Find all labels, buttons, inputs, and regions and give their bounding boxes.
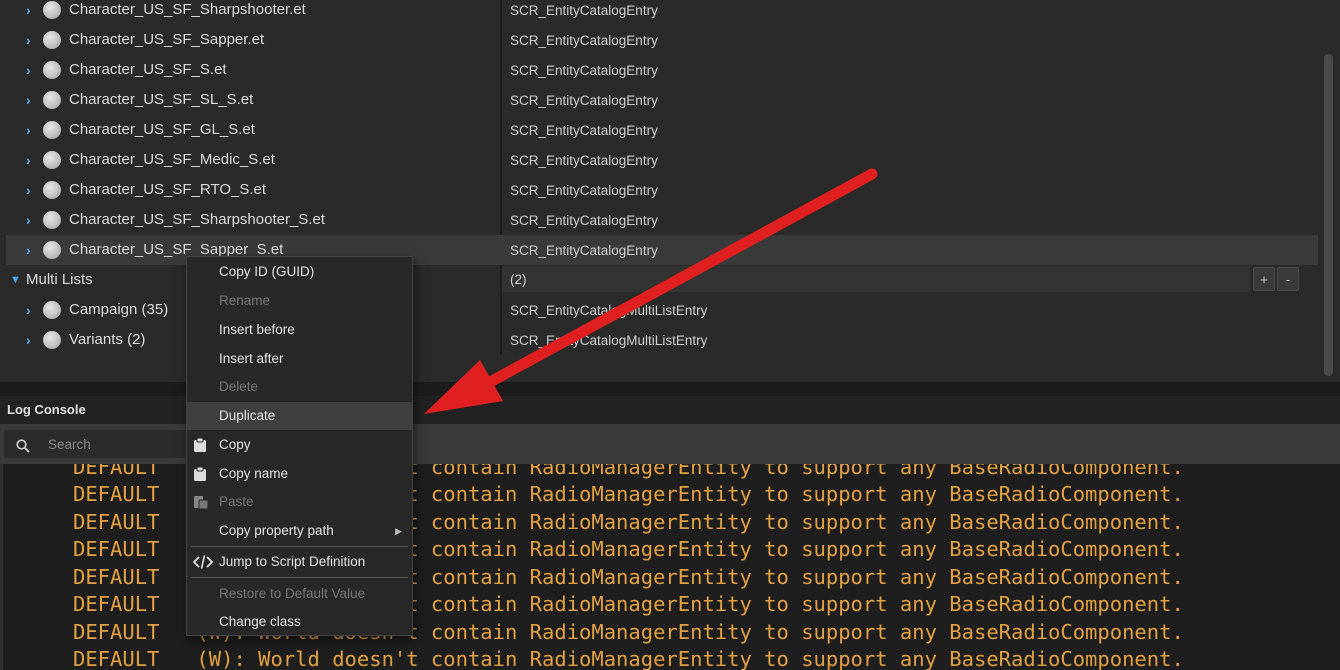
tree-row-type: SCR_EntityCatalogEntry <box>510 152 658 168</box>
entity-icon <box>43 121 61 139</box>
menu-item-paste[interactable]: Paste <box>187 488 412 516</box>
entity-icon <box>43 1 61 19</box>
tree-row[interactable]: › Character_US_SF_SL_S.et SCR_EntityCatal… <box>6 85 1318 115</box>
menu-item-jump-to-script[interactable]: Jump to Script Definition <box>187 548 412 576</box>
submenu-arrow-icon: ▶ <box>395 526 402 536</box>
remove-item-button[interactable]: - <box>1277 267 1299 291</box>
menu-item-insert-after[interactable]: Insert after <box>187 345 412 373</box>
chevron-right-icon[interactable]: › <box>26 325 31 355</box>
search-box[interactable] <box>4 430 190 458</box>
entity-icon <box>43 181 61 199</box>
tree-row[interactable]: › Character_US_SF_GL_S.et SCR_EntityCatal… <box>6 115 1318 145</box>
tree-row-label: Character_US_SF_Sapper.et <box>69 31 265 48</box>
tree-row-label: Character_US_SF_GL_S.et <box>69 121 255 138</box>
menu-item-copy-name[interactable]: Copy name <box>187 460 412 488</box>
menu-item-rename[interactable]: Rename <box>187 287 412 315</box>
chevron-right-icon[interactable]: › <box>26 25 31 55</box>
tree-row[interactable]: › Character_US_SF_RTO_S.et SCR_EntityCata… <box>6 175 1318 205</box>
chevron-right-icon[interactable]: › <box>26 295 31 325</box>
chevron-right-icon[interactable]: › <box>26 175 31 205</box>
tree-row-label: Character_US_SF_Sharpshooter.et <box>69 1 306 18</box>
tree-row-type: SCR_EntityCatalogMultiListEntry <box>510 302 708 318</box>
menu-item-delete[interactable]: Delete <box>187 373 412 401</box>
tree-row-label: Character_US_SF_Sharpshooter_S.et <box>69 211 325 228</box>
tree-row-type: SCR_EntityCatalogEntry <box>510 122 658 138</box>
context-menu: Copy ID (GUID) Rename Insert before Inse… <box>186 256 413 636</box>
tree-row[interactable]: › Character_US_SF_Sapper.et SCR_EntityCat… <box>6 25 1318 55</box>
entity-icon <box>43 91 61 109</box>
tree-row-type: SCR_EntityCatalogEntry <box>510 182 658 198</box>
entity-icon <box>43 151 61 169</box>
clipboard-icon <box>194 466 206 481</box>
chevron-right-icon[interactable]: › <box>26 115 31 145</box>
chevron-right-icon[interactable]: › <box>26 55 31 85</box>
tree-row-label: Campaign (35) <box>69 301 169 318</box>
entity-icon <box>43 61 61 79</box>
search-icon <box>16 439 30 453</box>
add-item-button[interactable]: + <box>1253 267 1275 291</box>
tree-row-type: SCR_EntityCatalogEntry <box>510 242 658 258</box>
menu-separator <box>191 577 408 578</box>
tree-row-type: SCR_EntityCatalogEntry <box>510 32 658 48</box>
chevron-down-icon[interactable]: ▼ <box>10 265 21 295</box>
tree-row-type: SCR_EntityCatalogMultiListEntry <box>510 332 708 348</box>
tree-row-label: Character_US_SF_Medic_S.et <box>69 151 275 168</box>
tree-row[interactable]: › Character_US_SF_Medic_S.et SCR_EntityCa… <box>6 145 1318 175</box>
menu-item-restore-default[interactable]: Restore to Default Value <box>187 580 412 608</box>
tree-row[interactable]: › Character_US_SF_Sharpshooter.et SCR_Ent… <box>6 0 1318 25</box>
chevron-right-icon[interactable]: › <box>26 205 31 235</box>
tree-row-type: SCR_EntityCatalogEntry <box>510 62 658 78</box>
menu-item-insert-before[interactable]: Insert before <box>187 316 412 344</box>
menu-separator <box>191 546 408 547</box>
multi-lists-count: (2) <box>502 266 1250 292</box>
menu-item-copy[interactable]: Copy <box>187 431 412 459</box>
entity-icon <box>43 211 61 229</box>
tree-row-label: Character_US_SF_SL_S.et <box>69 91 254 108</box>
search-input[interactable] <box>46 434 186 454</box>
tree-scrollbar[interactable] <box>1324 54 1333 376</box>
menu-item-duplicate[interactable]: Duplicate <box>187 402 412 430</box>
menu-item-copy-id[interactable]: Copy ID (GUID) <box>187 258 412 286</box>
entity-icon <box>43 31 61 49</box>
entity-icon <box>43 301 61 319</box>
tree-row-label: Multi Lists <box>26 271 93 288</box>
log-line: DEFAULT (W): World doesn't contain Radio… <box>73 647 1184 670</box>
chevron-right-icon[interactable]: › <box>26 145 31 175</box>
code-icon <box>193 555 213 569</box>
chevron-right-icon[interactable]: › <box>26 85 31 115</box>
entity-icon <box>43 331 61 349</box>
tree-row-type: SCR_EntityCatalogEntry <box>510 212 658 228</box>
tree-row[interactable]: › Character_US_SF_Sharpshooter_S.et SCR_E… <box>6 205 1318 235</box>
tree-row-label: Character_US_SF_S.et <box>69 61 227 78</box>
tree-row-label: Character_US_SF_RTO_S.et <box>69 181 267 198</box>
entity-icon <box>43 241 61 259</box>
chevron-right-icon[interactable]: › <box>26 0 31 25</box>
chevron-right-icon[interactable]: › <box>26 235 31 265</box>
tree-row-type: SCR_EntityCatalogEntry <box>510 2 658 18</box>
tree-row[interactable]: › Character_US_SF_S.et SCR_EntityCatalogE… <box>6 55 1318 85</box>
menu-item-change-class[interactable]: Change class <box>187 608 412 636</box>
menu-item-copy-property-path[interactable]: Copy property path ▶ <box>187 517 412 545</box>
clipboard-icon <box>194 437 206 452</box>
paste-icon <box>194 496 209 510</box>
tree-row-type: SCR_EntityCatalogEntry <box>510 92 658 108</box>
tree-row-label: Variants (2) <box>69 331 146 348</box>
